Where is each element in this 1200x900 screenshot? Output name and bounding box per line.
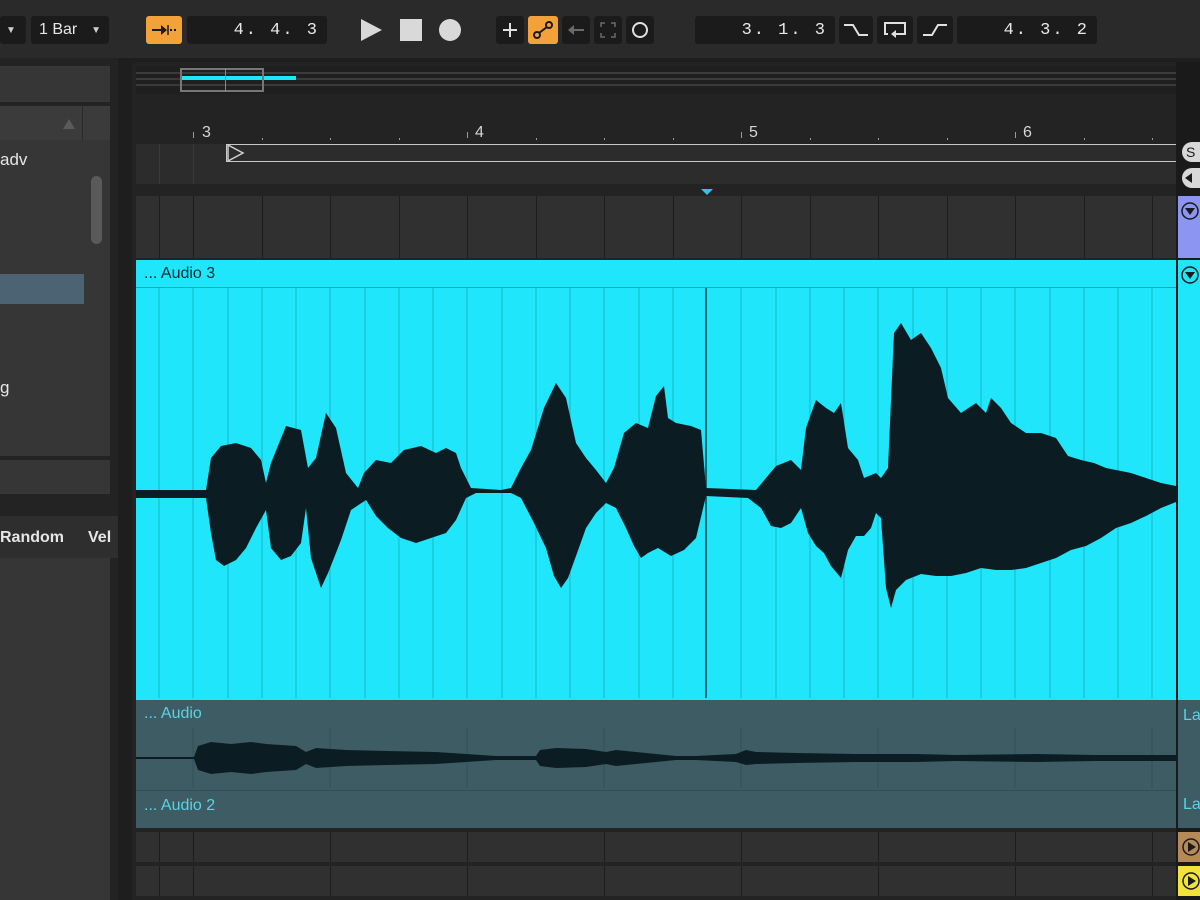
take-lane-title: ... Audio — [144, 705, 202, 722]
browser-item-selected[interactable] — [0, 274, 84, 304]
empty-track-lane[interactable] — [136, 196, 1176, 258]
play-icon — [361, 19, 382, 41]
play-button[interactable] — [358, 17, 384, 48]
prev-dropdown[interactable]: ▼ — [0, 16, 26, 44]
punch-in-button[interactable] — [839, 16, 873, 44]
overview-viewport[interactable] — [180, 68, 264, 92]
add-button[interactable] — [496, 16, 524, 44]
bar-label-3: 3 — [202, 124, 211, 141]
arrangement-view: 3 4 5 6 ... Audio 3 ... Audio ... Audio … — [132, 62, 1200, 900]
back-arrow-icon — [568, 25, 584, 35]
browser-list: adv g — [0, 140, 110, 456]
clip-title: ... Audio 3 — [144, 265, 216, 282]
capture-button[interactable] — [594, 16, 622, 44]
plus-icon — [503, 23, 517, 37]
punch-in-icon — [844, 24, 868, 36]
beat-ruler[interactable]: 3 4 5 6 — [136, 118, 1176, 144]
browser-panel: adv g Random Vel — [0, 58, 118, 900]
groove-list — [0, 558, 110, 900]
circle-icon — [632, 22, 648, 38]
back-to-arrangement-button[interactable] — [562, 16, 590, 44]
quantize-select[interactable]: 1 Bar ▼ — [31, 16, 109, 44]
velocity-label: Vel — [88, 529, 112, 546]
follow-arrow-icon — [152, 25, 177, 35]
punch-out-icon — [923, 24, 947, 36]
capture-bracket-icon — [600, 22, 616, 38]
loop-button[interactable] — [877, 16, 913, 44]
take-lane-audio[interactable]: ... Audio — [136, 700, 1176, 790]
browser-scrollbar[interactable] — [91, 176, 102, 244]
loop-start-marker-icon — [227, 144, 245, 162]
lane-header-label-1: La — [1183, 707, 1200, 724]
random-label: Random — [0, 529, 64, 546]
fold-toggle-icon — [1181, 202, 1199, 220]
punch-out-button[interactable] — [917, 16, 953, 44]
loop-start-display[interactable]: 4. 4. 3 — [187, 16, 327, 44]
lane-header-label-2: La — [1183, 796, 1200, 813]
overview-bar[interactable] — [136, 66, 1200, 94]
stop-button[interactable] — [400, 19, 422, 41]
bar-label-6: 6 — [1023, 124, 1032, 141]
waveform — [136, 288, 1176, 698]
track-lane-lower-2[interactable] — [136, 866, 1176, 896]
loop-icon — [884, 22, 906, 38]
quantize-value: 1 Bar — [39, 21, 78, 38]
browser-footer — [0, 460, 110, 494]
fold-toggle-icon — [1181, 266, 1199, 284]
solo-button[interactable]: S — [1182, 142, 1200, 162]
track-header-yellow[interactable] — [1178, 866, 1200, 896]
playhead-marker-icon — [701, 189, 713, 195]
groove-header: Random Vel — [0, 516, 118, 558]
take-lane-headers[interactable]: La La — [1178, 700, 1200, 828]
back-arrow-icon — [1185, 173, 1192, 183]
audio-clip-audio-3[interactable]: ... Audio 3 — [136, 260, 1176, 700]
play-clip-icon — [1182, 838, 1200, 856]
take-lane-audio-2[interactable]: ... Audio 2 — [136, 790, 1176, 828]
browser-column-header[interactable] — [0, 106, 110, 140]
bar-label-4: 4 — [475, 124, 484, 141]
chevron-down-icon: ▼ — [91, 24, 101, 36]
loop-brace[interactable] — [226, 144, 1176, 162]
bar-label-5: 5 — [749, 124, 758, 141]
track-lane-lower-1[interactable] — [136, 832, 1176, 862]
automation-arm-button[interactable] — [528, 16, 558, 44]
clip-header[interactable]: ... Audio 3 — [136, 260, 1176, 288]
chevron-down-icon: ▼ — [6, 24, 16, 36]
back-to-arrangement-small[interactable] — [1182, 168, 1200, 188]
take-lane-2-title: ... Audio 2 — [144, 797, 216, 814]
browser-header — [0, 66, 110, 102]
transport-bar: ▼ 1 Bar ▼ 4. 4. 3 3. 1. 3 4. 3. 2 — [0, 0, 1200, 58]
sort-ascending-icon — [63, 119, 75, 129]
follow-button[interactable] — [146, 16, 182, 44]
track-header-audio-3[interactable] — [1178, 260, 1200, 700]
browser-item-adv[interactable]: adv — [0, 150, 27, 170]
play-clip-icon — [1182, 872, 1200, 890]
loop-length-display[interactable]: 4. 3. 2 — [957, 16, 1097, 44]
session-record-button[interactable] — [626, 16, 654, 44]
solo-label: S — [1186, 144, 1196, 160]
position-display[interactable]: 3. 1. 3 — [695, 16, 835, 44]
automation-curve-icon — [533, 21, 553, 39]
record-button[interactable] — [439, 19, 461, 41]
loop-brace-lane[interactable] — [136, 144, 1176, 184]
track-header-orange[interactable] — [1178, 832, 1200, 862]
track-header-purple[interactable] — [1178, 196, 1200, 258]
browser-item-g[interactable]: g — [0, 378, 9, 398]
take-waveform — [136, 728, 1176, 788]
